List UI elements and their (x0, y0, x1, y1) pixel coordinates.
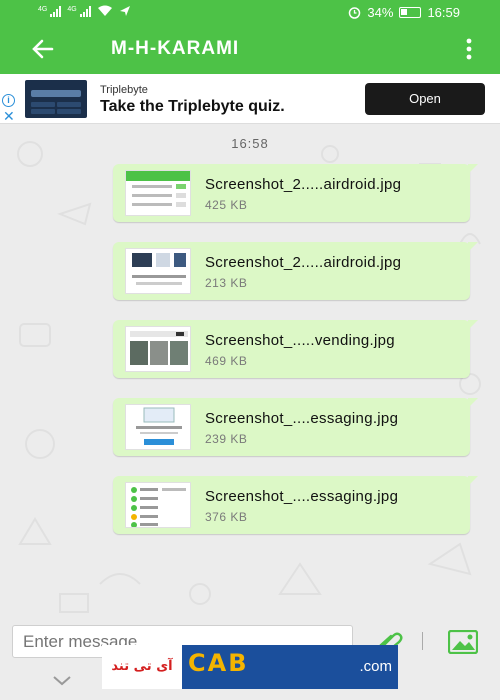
file-message[interactable]: Screenshot_2.....airdroid.jpg 213 KB (113, 242, 478, 300)
file-name: Screenshot_.....vending.jpg (205, 332, 395, 349)
status-bar: 4G 4G 34% 16:59 (0, 0, 500, 24)
ad-image[interactable] (25, 80, 87, 118)
clock: 16:59 (427, 5, 460, 20)
close-icon[interactable]: ✕ (3, 109, 15, 123)
file-size: 239 KB (205, 432, 248, 446)
watermark-text: آی تی تند (102, 645, 182, 689)
file-size: 213 KB (205, 276, 248, 290)
location-icon (119, 6, 130, 16)
composer-divider (422, 632, 423, 650)
network-type: 4G (38, 5, 48, 13)
file-name: Screenshot_....essaging.jpg (205, 488, 399, 505)
message-timestamp: 16:58 (231, 136, 269, 151)
back-arrow-icon[interactable] (30, 36, 56, 62)
gallery-icon[interactable] (448, 630, 478, 654)
app-bar: M-H-KARAMI (0, 24, 500, 74)
wifi-icon (97, 5, 112, 16)
file-thumbnail[interactable] (125, 482, 191, 528)
file-size: 469 KB (205, 354, 248, 368)
file-thumbnail[interactable] (125, 326, 191, 372)
ad-brand: Triplebyte (100, 84, 148, 96)
watermark-domain: .com (359, 658, 392, 675)
chevron-down-icon[interactable] (52, 675, 72, 687)
chat-area[interactable]: 16:58 Screenshot_2.....airdroid.jpg 425 … (0, 124, 500, 620)
info-icon[interactable]: i (2, 94, 15, 107)
alarm-icon (349, 7, 361, 19)
watermark-brand: CAB .com (182, 645, 398, 689)
watermark-logo-text: CAB (188, 649, 249, 677)
status-left: 4G 4G (38, 5, 131, 17)
file-size: 425 KB (205, 198, 248, 212)
file-size: 376 KB (205, 510, 248, 524)
watermark-logo: آی تی تند CAB .com (102, 645, 398, 689)
file-thumbnail[interactable] (125, 170, 191, 216)
file-name: Screenshot_2.....airdroid.jpg (205, 176, 402, 193)
file-message[interactable]: Screenshot_....essaging.jpg 376 KB (113, 476, 478, 534)
file-name: Screenshot_....essaging.jpg (205, 410, 399, 427)
more-vert-icon[interactable] (462, 38, 476, 60)
ad-open-button[interactable]: Open (365, 83, 485, 115)
ad-headline: Take the Triplebyte quiz. (100, 98, 285, 115)
file-message[interactable]: Screenshot_2.....airdroid.jpg 425 KB (113, 164, 478, 222)
signal-icon: 4G (38, 5, 62, 17)
battery-icon (399, 7, 422, 18)
file-thumbnail[interactable] (125, 404, 191, 450)
chat-title[interactable]: M-H-KARAMI (111, 38, 239, 60)
battery-percent: 34% (367, 5, 394, 20)
composer-bar: آی تی تند CAB .com (0, 620, 500, 700)
file-message[interactable]: Screenshot_....essaging.jpg 239 KB (113, 398, 478, 456)
ad-banner[interactable]: i ✕ Triplebyte Take the Triplebyte quiz.… (0, 74, 500, 124)
signal-icon: 4G (67, 5, 91, 17)
file-name: Screenshot_2.....airdroid.jpg (205, 254, 402, 271)
network-type: 4G (67, 5, 77, 13)
status-right: 34% 16:59 (348, 5, 460, 20)
file-thumbnail[interactable] (125, 248, 191, 294)
file-message[interactable]: Screenshot_.....vending.jpg 469 KB (113, 320, 478, 378)
